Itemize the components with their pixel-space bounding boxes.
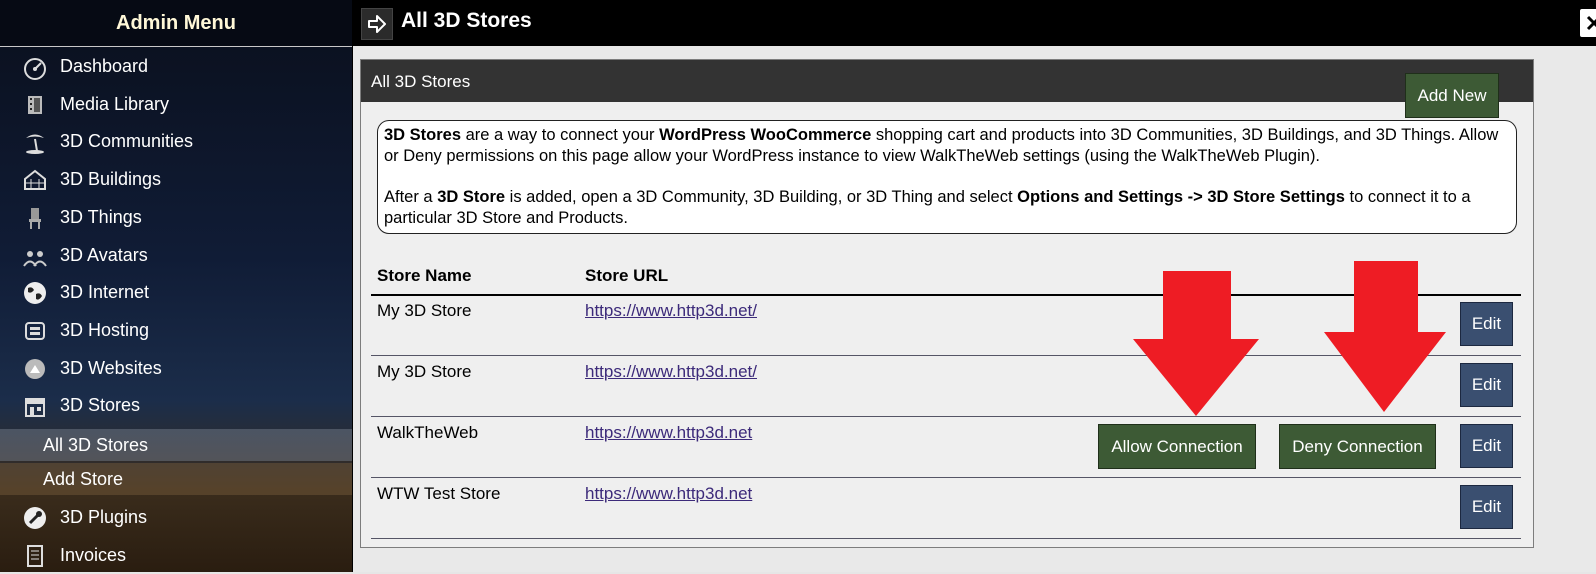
table-row: WalkTheWeb https://www.http3d.net Allow … <box>371 417 1521 478</box>
sidebar-item-label: 3D Plugins <box>60 507 148 527</box>
sidebar-item-label: 3D Avatars <box>60 245 148 265</box>
sidebar-item-label: Media Library <box>60 94 170 114</box>
sidebar-subitem-label: All 3D Stores <box>43 435 149 455</box>
sidebar-item-label: 3D Hosting <box>60 320 150 340</box>
sidebar-item-3d-plugins[interactable]: 3D Plugins <box>0 498 352 536</box>
sidebar-item-3d-internet[interactable]: 3D Internet <box>0 273 352 311</box>
edit-button[interactable]: Edit <box>1460 302 1513 346</box>
add-new-button[interactable]: Add New <box>1405 73 1499 118</box>
sidebar-item-label: Dashboard <box>60 56 149 76</box>
store-icon <box>22 393 48 419</box>
sidebar-item-3d-avatars[interactable]: 3D Avatars <box>0 236 352 274</box>
sidebar-item-label: 3D Things <box>60 207 142 227</box>
info-bold: 3D Store <box>437 188 506 206</box>
column-header-store-name: Store Name <box>377 266 472 285</box>
admin-menu-title: Admin Menu <box>0 0 352 47</box>
page-title: All 3D Stores <box>401 9 532 32</box>
sidebar-item-3d-buildings[interactable]: 3D Buildings <box>0 160 352 198</box>
top-bar: All 3D Stores <box>353 0 1596 46</box>
dashboard-icon <box>22 54 48 80</box>
info-paragraph: 3D Stores are a way to connect your Word… <box>384 125 1510 167</box>
panel-title: All 3D Stores <box>371 72 471 91</box>
film-icon <box>22 92 48 118</box>
info-paragraph: After a 3D Store is added, open a 3D Com… <box>384 187 1510 229</box>
sidebar-item-invoices[interactable]: Invoices <box>0 536 352 574</box>
building-icon <box>22 167 48 193</box>
sidebar-subitem-label: Add Store <box>43 469 124 489</box>
palm-island-icon <box>22 129 48 155</box>
red-arrow-down-icon <box>1133 271 1259 416</box>
sidebar-item-media-library[interactable]: Media Library <box>0 85 352 123</box>
info-text: is added, open a 3D Community, 3D Buildi… <box>505 188 1018 206</box>
close-icon[interactable] <box>1579 8 1596 38</box>
store-name: WTW Test Store <box>377 484 501 503</box>
sidebar-item-label: 3D Buildings <box>60 169 162 189</box>
info-text: After a <box>384 188 438 206</box>
hosting-icon <box>22 318 48 344</box>
chair-icon <box>22 205 48 231</box>
websites-icon <box>22 356 48 382</box>
store-url-link[interactable]: https://www.http3d.net/ <box>585 301 757 321</box>
admin-sidebar: Admin Menu Dashboard Media Library 3D Co… <box>0 0 353 572</box>
store-url-link[interactable]: https://www.http3d.net <box>585 484 752 504</box>
edit-button[interactable]: Edit <box>1460 424 1513 468</box>
plugin-icon <box>22 505 48 531</box>
sidebar-item-3d-communities[interactable]: 3D Communities <box>0 122 352 160</box>
sidebar-subitem-all-3d-stores[interactable]: All 3D Stores <box>0 429 352 461</box>
store-name: My 3D Store <box>377 362 472 381</box>
sidebar-item-dashboard[interactable]: Dashboard <box>0 47 352 85</box>
allow-connection-button[interactable]: Allow Connection <box>1098 424 1256 469</box>
deny-connection-button[interactable]: Deny Connection <box>1279 424 1436 469</box>
sidebar-item-3d-websites[interactable]: 3D Websites <box>0 349 352 387</box>
invoice-icon <box>22 543 48 569</box>
info-bold: WordPress WooCommerce <box>659 126 872 144</box>
arrow-right-icon[interactable] <box>361 8 393 40</box>
sidebar-subitem-add-store[interactable]: Add Store <box>0 463 352 495</box>
info-text: are a way to connect your <box>461 126 660 144</box>
sidebar-item-label: Invoices <box>60 545 127 565</box>
panel-header: All 3D Stores <box>361 60 1533 102</box>
sidebar-item-3d-things[interactable]: 3D Things <box>0 198 352 236</box>
globe-icon <box>22 280 48 306</box>
column-header-store-url: Store URL <box>585 266 669 285</box>
info-bold: Options and Settings -> 3D Store Setting… <box>1017 188 1345 206</box>
store-url-link[interactable]: https://www.http3d.net/ <box>585 362 757 382</box>
avatars-icon <box>22 243 48 269</box>
info-bold: 3D Stores <box>384 126 462 144</box>
sidebar-item-3d-stores[interactable]: 3D Stores <box>0 386 352 424</box>
sidebar-item-label: 3D Communities <box>60 131 194 151</box>
store-name: My 3D Store <box>377 301 472 320</box>
sidebar-item-3d-hosting[interactable]: 3D Hosting <box>0 311 352 349</box>
store-name: WalkTheWeb <box>377 423 479 442</box>
edit-button[interactable]: Edit <box>1460 485 1513 529</box>
sidebar-item-label: 3D Internet <box>60 282 150 302</box>
sidebar-item-label: 3D Websites <box>60 358 162 378</box>
sidebar-item-label: 3D Stores <box>60 395 141 415</box>
store-url-link[interactable]: https://www.http3d.net <box>585 423 752 443</box>
red-arrow-down-icon <box>1324 261 1446 412</box>
info-box: 3D Stores are a way to connect your Word… <box>377 120 1517 234</box>
table-row: WTW Test Store https://www.http3d.net Ed… <box>371 478 1521 539</box>
edit-button[interactable]: Edit <box>1460 363 1513 407</box>
